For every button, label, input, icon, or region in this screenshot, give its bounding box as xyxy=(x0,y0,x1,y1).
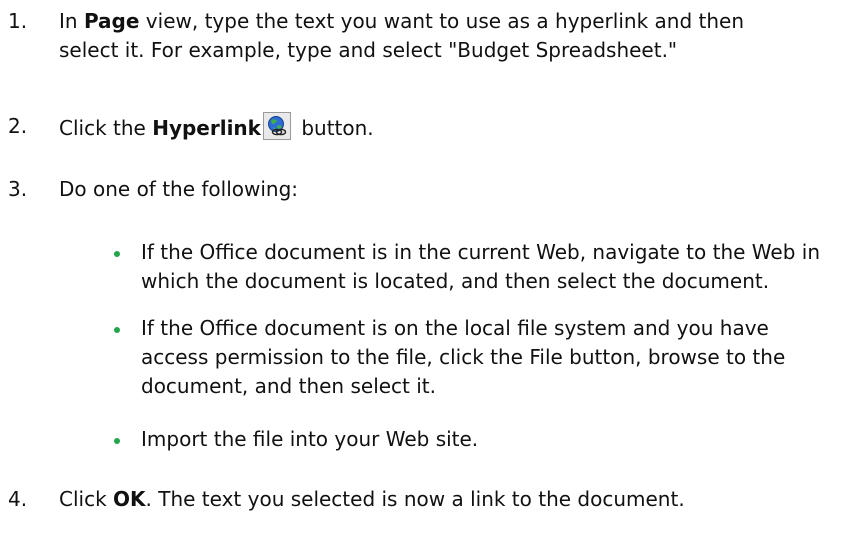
list-item-text: Import the file into your Web site. xyxy=(141,427,479,451)
step-text: Click the Hyperlink button. xyxy=(59,112,779,143)
ok-label: OK xyxy=(113,487,146,511)
step-text: In Page view, type the text you want to … xyxy=(59,9,744,62)
step-number: 1. xyxy=(8,9,28,33)
hyperlink-label: Hyperlink xyxy=(152,116,261,140)
step-number: 2. xyxy=(8,114,28,138)
bullet-dot-icon xyxy=(114,251,120,257)
list-item-text: If the Office document is on the local f… xyxy=(141,316,786,398)
bullet-dot-icon xyxy=(114,327,120,333)
step-text: Click OK. The text you selected is now a… xyxy=(59,487,685,511)
list-item-text: If the Office document is in the current… xyxy=(141,240,820,293)
step-number: 4. xyxy=(8,487,28,511)
step-text: Do one of the following: xyxy=(59,177,299,201)
help-page: 1. In Page view, type the text you want … xyxy=(0,0,867,541)
step-number: 3. xyxy=(8,177,28,201)
page-view-label: Page xyxy=(83,9,140,33)
bullet-dot-icon xyxy=(114,438,120,444)
hyperlink-globe-icon xyxy=(262,112,291,140)
